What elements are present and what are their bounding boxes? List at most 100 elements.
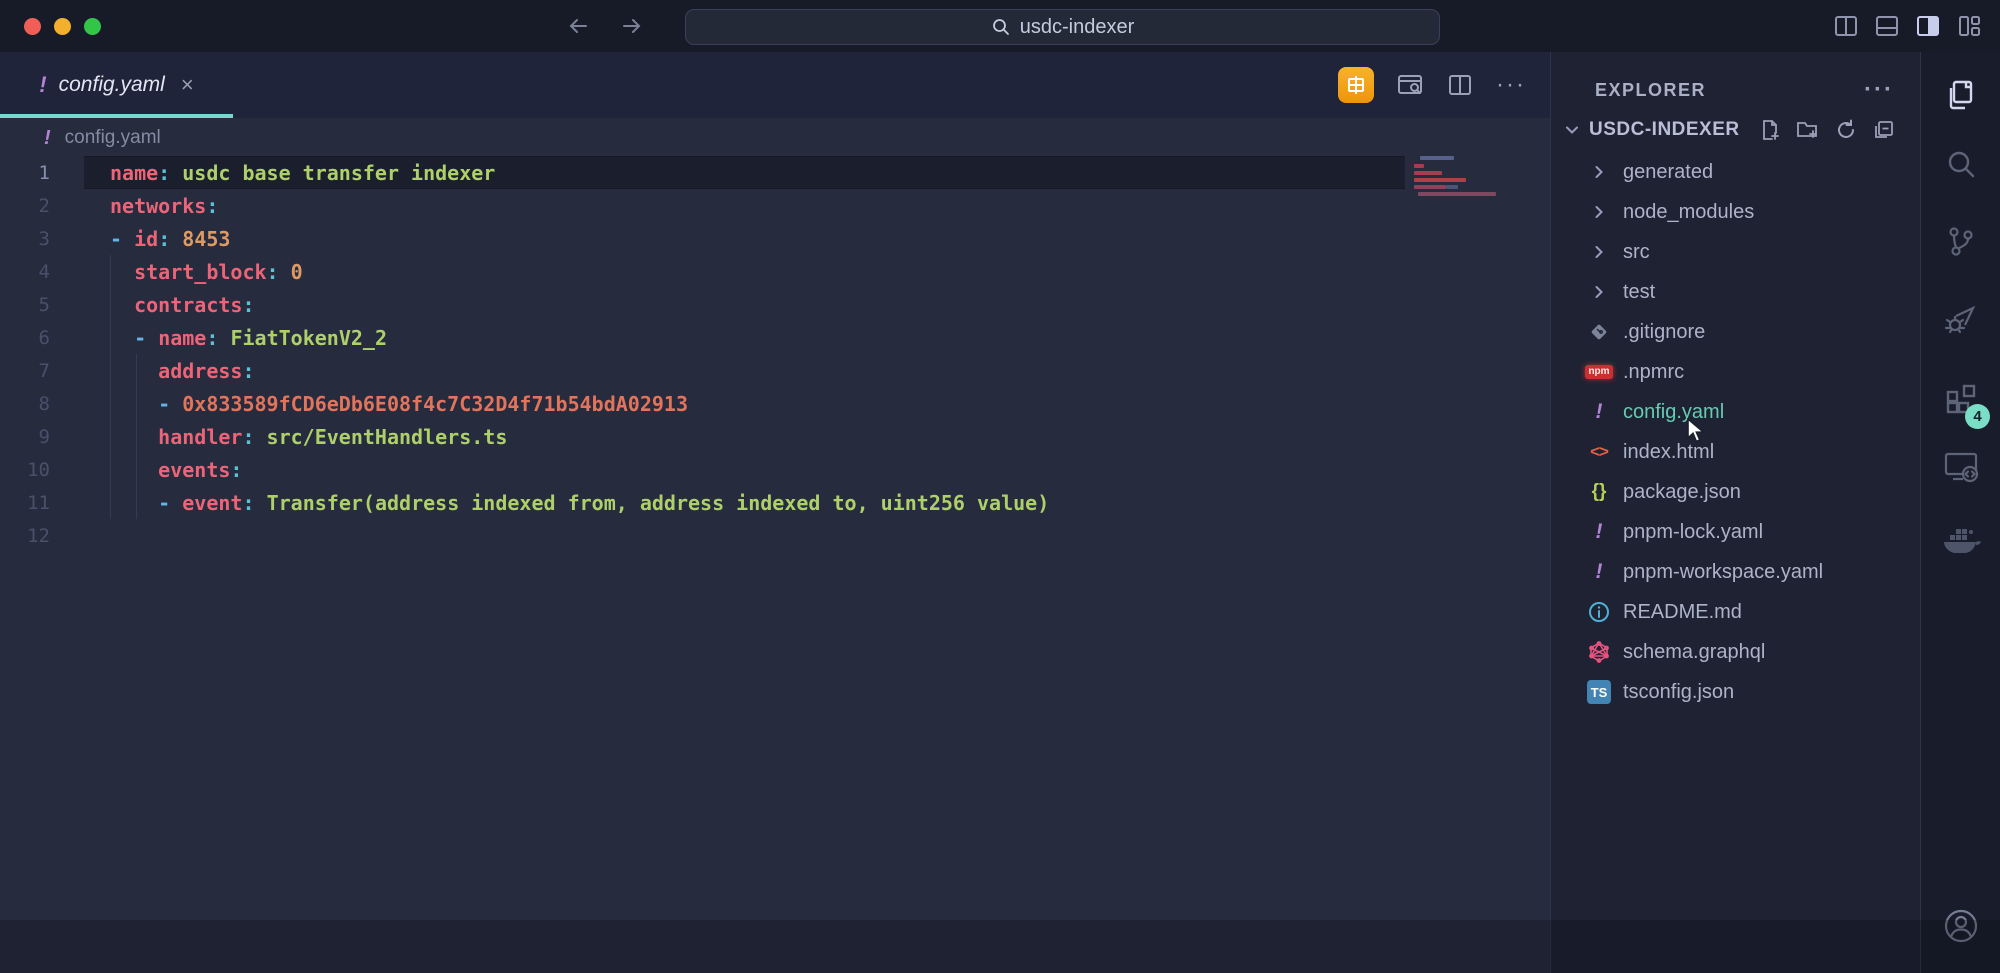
remote-explorer-icon[interactable] xyxy=(1921,445,2000,487)
extensions-badge: 4 xyxy=(1965,404,1990,429)
run-debug-icon[interactable] xyxy=(1921,298,2000,340)
tree-file-pnpm-workspace.yaml[interactable]: !pnpm-workspace.yaml xyxy=(1551,552,1920,592)
vscode-window: usdc-indexer ! config.yaml xyxy=(0,0,2000,973)
git-icon xyxy=(1589,322,1609,342)
code-text: - id: 8453 xyxy=(78,227,230,251)
tree-file-README.md[interactable]: README.md xyxy=(1551,592,1920,632)
tab-close-icon[interactable]: × xyxy=(181,72,194,98)
line-number: 4 xyxy=(0,261,78,283)
code-line[interactable]: 11 - event: Transfer(address indexed fro… xyxy=(0,486,1550,519)
line-number: 3 xyxy=(0,228,78,250)
code-text: handler: src/EventHandlers.ts xyxy=(78,425,507,449)
code-line[interactable]: 8 - 0x833589fCD6eDb6E08f4c7C32D4f71b54bd… xyxy=(0,387,1550,420)
code-line[interactable]: 2networks: xyxy=(0,189,1550,222)
code-line[interactable]: 9 handler: src/EventHandlers.ts xyxy=(0,420,1550,453)
split-editor-icon[interactable] xyxy=(1446,71,1474,99)
tree-item-label: schema.graphql xyxy=(1623,641,1765,664)
window-search-box[interactable]: usdc-indexer xyxy=(685,9,1440,45)
tree-item-label: pnpm-lock.yaml xyxy=(1623,521,1763,544)
line-number: 10 xyxy=(0,459,78,481)
mouse-cursor xyxy=(1686,418,1710,444)
source-control-icon[interactable] xyxy=(1921,220,2000,262)
line-number: 11 xyxy=(0,492,78,514)
tree-folder-generated[interactable]: generated xyxy=(1551,152,1920,192)
customize-layout-icon[interactable] xyxy=(1956,13,1982,39)
tree-file-index.html[interactable]: <>index.html xyxy=(1551,432,1920,472)
tree-folder-node_modules[interactable]: node_modules xyxy=(1551,192,1920,232)
tree-item-label: src xyxy=(1623,241,1650,264)
line-number: 9 xyxy=(0,426,78,448)
code-text: - name: FiatTokenV2_2 xyxy=(78,326,387,350)
code-line[interactable]: 6 - name: FiatTokenV2_2 xyxy=(0,321,1550,354)
tree-folder-src[interactable]: src xyxy=(1551,232,1920,272)
search-text: usdc-indexer xyxy=(1020,16,1135,39)
close-window-button[interactable] xyxy=(24,18,41,35)
tree-item-label: .npmrc xyxy=(1623,361,1684,384)
search-activity-icon[interactable] xyxy=(1921,144,2000,186)
explorer-activity-icon[interactable] xyxy=(1921,74,2000,116)
tab-config-yaml[interactable]: ! config.yaml × xyxy=(0,52,233,118)
account-icon[interactable] xyxy=(1921,905,2000,947)
split-columns-icon[interactable] xyxy=(1833,13,1859,39)
tree-folder-test[interactable]: test xyxy=(1551,272,1920,312)
chevron-right-icon xyxy=(1590,283,1608,301)
refresh-icon[interactable] xyxy=(1834,118,1858,142)
minimize-window-button[interactable] xyxy=(54,18,71,35)
tab-warning-icon: ! xyxy=(39,72,46,98)
tree-file-tsconfig.json[interactable]: TS tsconfig.json xyxy=(1551,672,1920,712)
breadcrumb[interactable]: ! config.yaml xyxy=(0,118,1550,158)
tab-bar: ! config.yaml × ··· xyxy=(0,52,1550,118)
new-folder-icon[interactable] xyxy=(1796,118,1820,142)
more-actions-icon[interactable]: ··· xyxy=(1496,71,1526,99)
tree-file-dot-gitignore[interactable]: .gitignore xyxy=(1551,312,1920,352)
code-text: start_block: 0 xyxy=(78,260,303,284)
title-bar: usdc-indexer xyxy=(0,0,2000,53)
forward-arrow-icon[interactable] xyxy=(618,13,644,39)
tree-item-label: generated xyxy=(1623,161,1713,184)
line-number: 12 xyxy=(0,525,78,547)
tree-file-dot-npmrc[interactable]: npm.npmrc xyxy=(1551,352,1920,392)
tree-file-pnpm-lock.yaml[interactable]: ! pnpm-lock.yaml xyxy=(1551,512,1920,552)
line-number: 8 xyxy=(0,393,78,415)
back-arrow-icon[interactable] xyxy=(566,13,592,39)
docker-icon[interactable] xyxy=(1921,519,2000,561)
code-line[interactable]: 4 start_block: 0 xyxy=(0,255,1550,288)
code-line[interactable]: 12 xyxy=(0,519,1550,552)
warning-exclaim-icon: ! xyxy=(1596,520,1603,544)
explorer-more-icon[interactable]: ··· xyxy=(1864,76,1894,104)
json-braces-icon: {} xyxy=(1592,481,1607,503)
code-editor[interactable]: 1name: usdc base transfer indexer2networ… xyxy=(0,156,1550,552)
code-text: contracts: xyxy=(78,293,255,317)
code-text: name: usdc base transfer indexer xyxy=(78,161,495,185)
line-number: 1 xyxy=(0,162,78,184)
search-icon xyxy=(991,17,1011,37)
orange-extension-icon[interactable] xyxy=(1338,67,1374,103)
line-number: 7 xyxy=(0,360,78,382)
extensions-icon[interactable]: 4 xyxy=(1921,376,2000,418)
code-line[interactable]: 10 events: xyxy=(0,453,1550,486)
workspace-section-header[interactable]: USDC-INDEXER xyxy=(1551,108,1920,152)
toggle-right-sidebar-icon[interactable] xyxy=(1915,13,1941,39)
code-line[interactable]: 7 address: xyxy=(0,354,1550,387)
tree-item-label: node_modules xyxy=(1623,201,1754,224)
traffic-lights xyxy=(24,18,101,35)
tree-item-label: test xyxy=(1623,281,1655,304)
collapse-all-icon[interactable] xyxy=(1872,118,1896,142)
tree-file-schema.graphql[interactable]: schema.graphql xyxy=(1551,632,1920,672)
workspace-name: USDC-INDEXER xyxy=(1589,119,1740,141)
tree-file-config.yaml[interactable]: !config.yaml xyxy=(1551,392,1920,432)
tree-file-package.json[interactable]: {} package.json xyxy=(1551,472,1920,512)
typescript-icon: TS xyxy=(1587,680,1611,704)
code-line[interactable]: 1name: usdc base transfer indexer xyxy=(0,156,1550,189)
code-line[interactable]: 3- id: 8453 xyxy=(0,222,1550,255)
line-number: 2 xyxy=(0,195,78,217)
split-rows-icon[interactable] xyxy=(1874,13,1900,39)
chevron-right-icon xyxy=(1590,203,1608,221)
editor-group: ! config.yaml × ··· xyxy=(0,52,1550,973)
tree-item-label: tsconfig.json xyxy=(1623,681,1734,704)
open-preview-icon[interactable] xyxy=(1396,71,1424,99)
tree-item-label: package.json xyxy=(1623,481,1741,504)
zoom-window-button[interactable] xyxy=(84,18,101,35)
code-line[interactable]: 5 contracts: xyxy=(0,288,1550,321)
new-file-icon[interactable] xyxy=(1758,118,1782,142)
